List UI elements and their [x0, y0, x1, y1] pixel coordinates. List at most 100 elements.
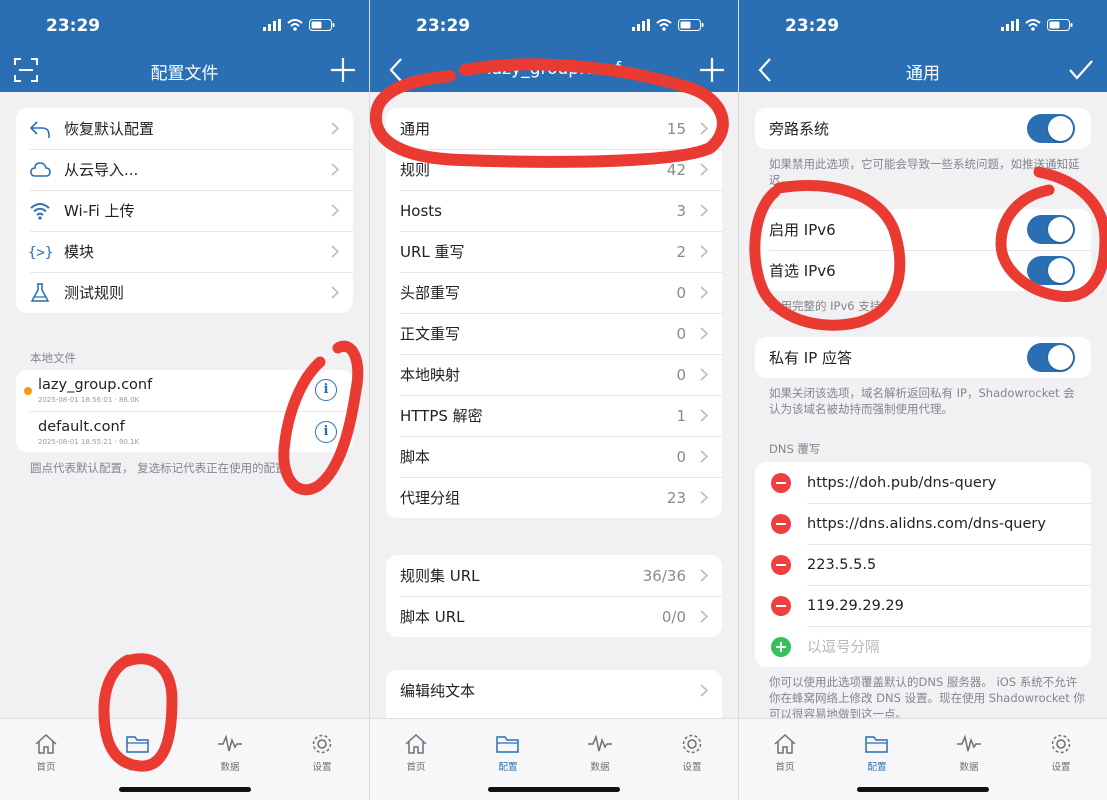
dns-server[interactable]: 119.29.29.29 — [807, 598, 904, 614]
waveform-icon — [218, 734, 242, 752]
row-count: 1 — [676, 406, 686, 425]
menu-test-rules[interactable]: 测试规则 — [16, 272, 353, 313]
folder-icon — [865, 736, 888, 753]
row-https-decrypt[interactable]: HTTPS 解密 1 — [386, 395, 722, 436]
row-label: 规则 — [400, 161, 431, 179]
dns-server[interactable]: https://dns.alidns.com/dns-query — [807, 516, 1046, 532]
prefer-ipv6-toggle[interactable] — [1027, 256, 1075, 285]
dns-server[interactable]: https://doh.pub/dns-query — [807, 475, 996, 491]
signal-icon — [632, 19, 650, 31]
row-header-rewrite[interactable]: 头部重写 0 — [386, 272, 722, 313]
tab-home[interactable]: 首页 — [386, 733, 446, 773]
add-button[interactable] — [325, 52, 361, 88]
row-label: URL 重写 — [400, 243, 465, 261]
menu-import-cloud[interactable]: 从云导入... — [16, 149, 353, 190]
wifi-status-icon — [1025, 19, 1041, 31]
chevron-right-icon — [325, 163, 345, 176]
row-label: 规则集 URL — [400, 567, 480, 585]
chevron-right-icon — [694, 450, 714, 463]
dns-server-row: https://dns.alidns.com/dns-query — [755, 503, 1091, 544]
remove-icon[interactable] — [771, 472, 791, 493]
file-meta: 2025-08-01 18:56:01 · 86.0K — [38, 396, 140, 404]
remove-icon[interactable] — [771, 513, 791, 534]
waveform-icon — [957, 734, 981, 752]
status-icons — [632, 19, 704, 31]
row-url-rewrite[interactable]: URL 重写 2 — [386, 231, 722, 272]
done-button[interactable] — [1063, 52, 1099, 88]
tab-config[interactable]: 配置 — [108, 733, 168, 773]
row-count: 23 — [666, 488, 686, 507]
row-label: 首选 IPv6 — [769, 262, 836, 280]
scan-icon — [14, 58, 38, 82]
row-label: 本地映射 — [400, 366, 461, 384]
remove-icon[interactable] — [771, 554, 791, 575]
row-body-rewrite[interactable]: 正文重写 0 — [386, 313, 722, 354]
enable-ipv6-toggle[interactable] — [1027, 215, 1075, 244]
row-rules[interactable]: 规则 42 — [386, 149, 722, 190]
row-hosts[interactable]: Hosts 3 — [386, 190, 722, 231]
row-count: 0 — [676, 283, 686, 302]
gear-icon — [312, 734, 332, 754]
local-files-card: lazy_group.conf 2025-08-01 18:56:01 · 86… — [16, 370, 353, 452]
menu-modules[interactable]: {>} 模块 — [16, 231, 353, 272]
tab-config[interactable]: 配置 — [847, 733, 907, 773]
folder-icon — [126, 736, 149, 753]
tab-home[interactable]: 首页 — [755, 733, 815, 773]
info-button[interactable]: i — [315, 379, 337, 401]
waveform-icon — [588, 734, 612, 752]
tab-home[interactable]: 首页 — [16, 733, 76, 773]
tab-data[interactable]: 数据 — [200, 733, 260, 773]
tab-data[interactable]: 数据 — [570, 733, 630, 773]
chevron-right-icon — [325, 245, 345, 258]
file-row-default[interactable]: default.conf 2025-08-01 18:55:21 · 90.1K… — [30, 411, 353, 452]
chevron-right-icon — [694, 245, 714, 258]
files-note: 圆点代表默认配置， 复选标记代表正在使用的配置。 — [30, 461, 299, 475]
row-label: Hosts — [400, 201, 442, 220]
tab-settings[interactable]: 设置 — [292, 733, 352, 773]
tab-config[interactable]: 配置 — [478, 733, 538, 773]
battery-icon — [1047, 19, 1073, 31]
tab-settings[interactable]: 设置 — [1031, 733, 1091, 773]
status-icons — [1001, 19, 1073, 31]
row-proxy-groups[interactable]: 代理分组 23 — [386, 477, 722, 518]
row-scripts[interactable]: 脚本 0 — [386, 436, 722, 477]
info-button[interactable]: i — [315, 421, 337, 443]
file-meta: 2025-08-01 18:55:21 · 90.1K — [38, 438, 140, 446]
back-button[interactable] — [378, 52, 414, 88]
bypass-toggle[interactable] — [1027, 114, 1075, 143]
scan-button[interactable] — [8, 52, 44, 88]
back-button[interactable] — [747, 52, 783, 88]
bypass-note: 如果禁用此选项，它可能会导致一些系统问题，如推送通知延迟。 — [769, 157, 1080, 187]
page-title: 配置文件 — [150, 64, 219, 84]
battery-icon — [309, 19, 335, 31]
row-ruleset-url[interactable]: 规则集 URL 36/36 — [386, 555, 722, 596]
dns-server[interactable]: 223.5.5.5 — [807, 557, 876, 573]
row-label: HTTPS 解密 — [400, 407, 483, 425]
general-settings-screen: 23:29 通用 旁路系统 如果禁用此选项，它可能会导致一些系统问题，如推送通知… — [738, 0, 1107, 800]
home-indicator — [118, 787, 251, 792]
private-ip-toggle[interactable] — [1027, 343, 1075, 372]
row-edit-plain-text[interactable]: 编辑纯文本 — [386, 670, 722, 711]
dns-add-row: 以逗号分隔 — [755, 626, 1091, 667]
tab-label: 设置 — [312, 762, 332, 773]
row-label: 启用 IPv6 — [769, 221, 836, 239]
row-local-mapping[interactable]: 本地映射 0 — [386, 354, 722, 395]
tab-settings[interactable]: 设置 — [662, 733, 722, 773]
tab-data[interactable]: 数据 — [939, 733, 999, 773]
row-bypass-system: 旁路系统 — [755, 108, 1091, 149]
menu-restore-default[interactable]: 恢复默认配置 — [16, 108, 353, 149]
add-icon[interactable] — [771, 636, 791, 657]
menu-label: 测试规则 — [64, 284, 125, 302]
chevron-right-icon — [694, 122, 714, 135]
row-count: 0/0 — [661, 607, 686, 626]
tab-label: 首页 — [406, 762, 426, 773]
home-icon — [405, 733, 427, 754]
menu-wifi-upload[interactable]: Wi-Fi 上传 — [16, 190, 353, 231]
file-row-lazy-group[interactable]: lazy_group.conf 2025-08-01 18:56:01 · 86… — [16, 370, 353, 411]
row-script-url[interactable]: 脚本 URL 0/0 — [386, 596, 722, 637]
remove-icon[interactable] — [771, 595, 791, 616]
dns-input[interactable]: 以逗号分隔 — [807, 636, 880, 657]
chevron-right-icon — [694, 409, 714, 422]
add-button[interactable] — [694, 52, 730, 88]
row-general[interactable]: 通用 15 — [386, 108, 722, 149]
